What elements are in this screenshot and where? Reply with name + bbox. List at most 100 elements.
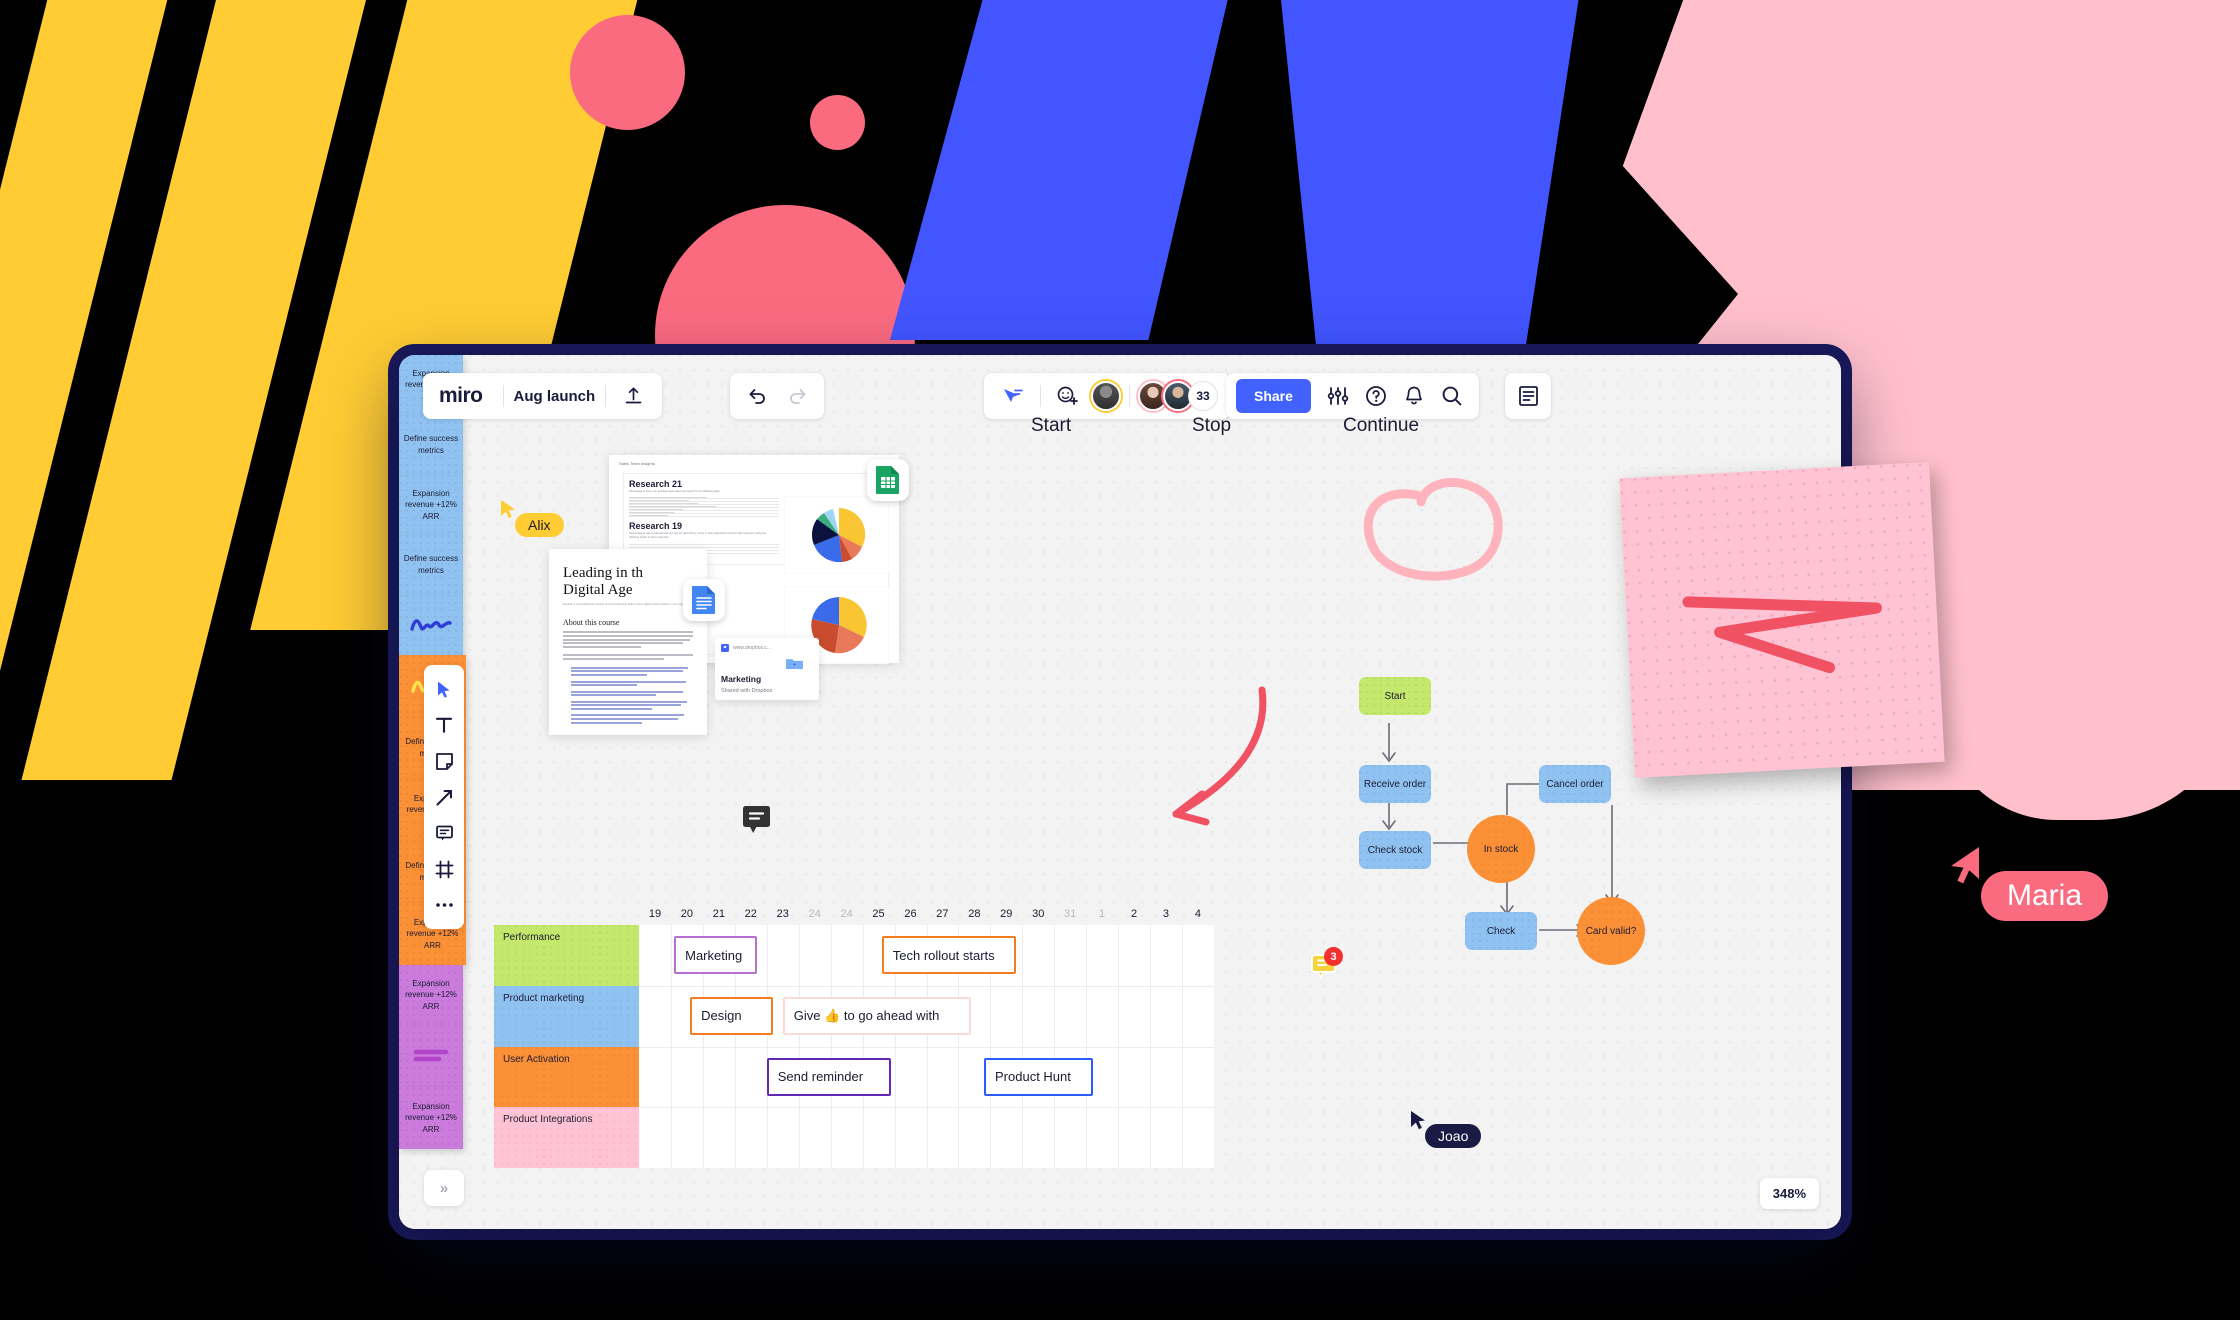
timeline-bar[interactable]: Marketing (674, 936, 758, 974)
sheet-section-sub: Percentage of time in an average week sa… (629, 490, 720, 493)
sticky-note[interactable]: Define success metrics (399, 535, 463, 595)
sticky-note[interactable]: Expansion revenue +12% ARR (399, 965, 463, 1025)
add-person-icon[interactable] (1051, 379, 1085, 413)
cursor-label: Alix (515, 513, 564, 537)
sticky-note-text: Expansion revenue +12% ARR (405, 1101, 457, 1134)
timeline-gridline (639, 1046, 1214, 1048)
comment-count-badge: 3 (1324, 947, 1343, 966)
document-card[interactable]: Leading in th Digital Age Develop a new … (549, 549, 725, 735)
doc-title-line-1: Leading in th (563, 565, 643, 581)
frame-tool[interactable] (428, 853, 460, 885)
sticky-note-text: Define success metrics (403, 554, 459, 575)
redo-icon[interactable] (780, 379, 814, 413)
sticky-note-scribble[interactable] (399, 595, 463, 655)
link-url: www.dropbox.c... (733, 645, 772, 651)
timeline-row-label[interactable]: Performance (494, 925, 639, 986)
timeline-grid[interactable]: Marketing Tech rollout starts Design Give 👍… (639, 925, 1214, 1168)
cursor-chat-icon[interactable] (996, 379, 1030, 413)
sticky-note-text: Define success metrics (403, 434, 459, 455)
cursor-pointer-icon (1411, 1111, 1425, 1130)
flow-node-start[interactable]: Start (1359, 677, 1431, 715)
flow-node-card-valid[interactable]: Card valid? (1577, 897, 1645, 965)
miro-logo[interactable]: miro (435, 384, 493, 408)
timeline-day-label: 28 (968, 908, 981, 920)
timeline-day-label: 2 (1130, 908, 1138, 920)
comment-tool[interactable] (428, 817, 460, 849)
link-card-dropbox[interactable]: www.dropbox.c... Marketing Shared with D… (715, 638, 819, 700)
divider (1129, 385, 1130, 407)
cursor-pointer-icon (501, 500, 515, 519)
timeline-day-label: 24 (808, 908, 821, 920)
help-circle-icon[interactable] (1359, 379, 1393, 413)
red-arrow-annotation (1172, 686, 1267, 826)
timeline-row-label[interactable]: Product marketing (494, 985, 639, 1047)
sticky-note-text: Expansion revenue +12% ARR (405, 488, 457, 521)
timeline-day-label: 23 (776, 908, 789, 920)
timeline-day-label: 19 (648, 908, 662, 920)
blue-scribble-icon (410, 619, 452, 631)
large-pink-sticky-note[interactable] (1619, 462, 1945, 778)
flow-node-receive-order[interactable]: Receive order (1359, 765, 1431, 803)
search-icon[interactable] (1435, 379, 1469, 413)
collapse-panel-button[interactable]: » (424, 1170, 464, 1206)
bell-icon[interactable] (1397, 379, 1431, 413)
divider (1040, 385, 1041, 407)
flow-node-check-stock[interactable]: Check stock (1359, 831, 1431, 869)
timeline-gridline (639, 985, 1214, 987)
comment-pin[interactable] (742, 805, 771, 840)
cursor-label: Maria (1981, 871, 2109, 921)
purple-lines-icon (413, 1049, 449, 1062)
timeline-day-label: 22 (744, 908, 757, 920)
google-docs-icon[interactable] (683, 579, 725, 621)
flow-node-in-stock[interactable]: In stock (1467, 815, 1535, 883)
more-tools-icon[interactable] (428, 889, 460, 921)
timeline-row-label[interactable]: Product Integrations (494, 1107, 639, 1168)
sticky-note-tool[interactable] (428, 745, 460, 777)
flow-node-check[interactable]: Check (1465, 912, 1537, 950)
text-tool[interactable] (428, 709, 460, 741)
cursor-label: Joao (1425, 1124, 1482, 1148)
sticky-note[interactable]: Expansion revenue +12% ARR (399, 475, 463, 535)
timeline-row-labels: Performance Product marketing User Activat… (494, 925, 639, 1168)
undo-redo-toolbar (730, 373, 824, 419)
pink-loop-annotation (1363, 477, 1503, 581)
timeline-bar[interactable]: Design (690, 996, 774, 1035)
flow-node-label: Card valid? (1585, 925, 1637, 937)
comment-pin-with-count[interactable]: 3 (1311, 947, 1343, 986)
timeline-gantt[interactable]: 19 20 21 22 23 24 24 25 26 27 28 29 30 31 1 2 3 4 Perform… (494, 903, 1214, 1168)
timeline-bar[interactable]: Send reminder (766, 1057, 892, 1096)
pie-chart-research-21 (784, 496, 889, 574)
board-name[interactable]: Aug launch (514, 388, 596, 405)
red-scribble-annotation (1682, 596, 1883, 674)
sticky-note[interactable]: Expansion revenue +12% ARR (399, 1087, 463, 1149)
flow-node-label: Cancel order (1546, 778, 1604, 790)
timeline-bar[interactable]: Give 👍 to go ahead with (782, 996, 972, 1035)
timeline-bar[interactable]: Product Hunt (984, 1057, 1093, 1096)
arrow-pen-tool[interactable] (428, 781, 460, 813)
sticky-note-text: Expansion revenue +12% ARR (405, 978, 457, 1011)
undo-icon[interactable] (740, 379, 774, 413)
share-button[interactable]: Share (1236, 379, 1311, 413)
blue-shape-1 (890, 0, 1230, 340)
timeline-row-label[interactable]: User Activation (494, 1046, 639, 1108)
sticky-note-lines[interactable] (399, 1025, 463, 1087)
collaborator-count[interactable]: 33 (1188, 381, 1218, 411)
google-sheets-icon[interactable] (867, 459, 909, 501)
actions-toolbar: Share (1226, 373, 1479, 419)
flow-node-label: Check stock (1367, 844, 1423, 856)
timeline-bar[interactable]: Tech rollout starts (881, 936, 1016, 974)
document-panel-button[interactable] (1505, 373, 1551, 419)
avatar[interactable] (1089, 379, 1123, 413)
timeline-day-label: 21 (712, 908, 725, 920)
timeline-day-label: 29 (1000, 908, 1013, 920)
flow-node-cancel-order[interactable]: Cancel order (1539, 765, 1611, 803)
flow-node-label: Receive order (1363, 778, 1427, 790)
cursor-joao: Joao (1409, 1110, 1482, 1148)
sticky-note[interactable]: Define success metrics (399, 415, 463, 475)
sliders-icon[interactable] (1321, 379, 1355, 413)
upload-icon[interactable] (616, 379, 650, 413)
document-panel-icon (1518, 386, 1538, 406)
zoom-level-badge[interactable]: 348% (1759, 1178, 1819, 1209)
select-tool[interactable] (428, 673, 460, 705)
divider (502, 385, 504, 407)
